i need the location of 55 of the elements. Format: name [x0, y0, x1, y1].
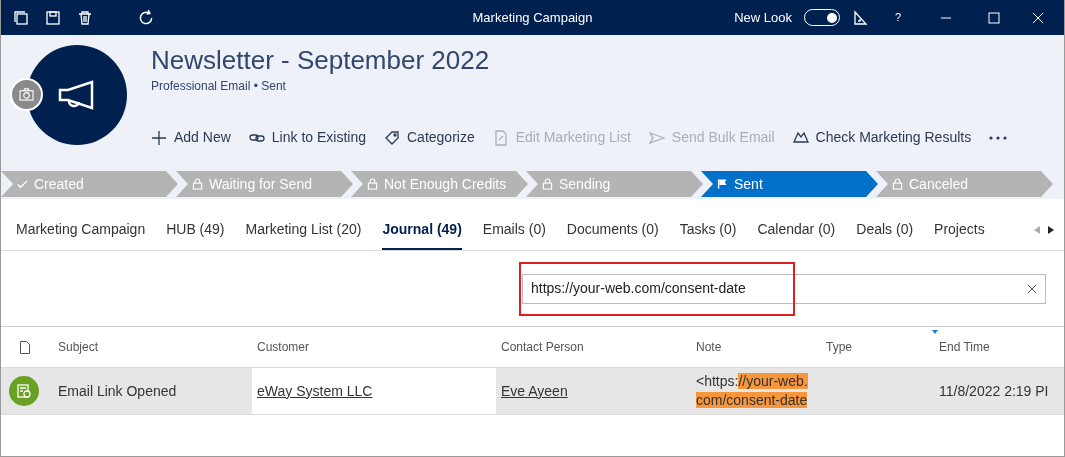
tab[interactable]: Documents (0)	[566, 210, 659, 250]
save-icon[interactable]	[45, 9, 61, 26]
clear-icon[interactable]	[1027, 283, 1037, 294]
table-cell: 11/8/2022 2:19 PI	[939, 382, 1049, 399]
window-title: Marketing Campaign	[471, 8, 594, 27]
tab[interactable]: Marketing List (20)	[245, 210, 362, 250]
chart-icon	[792, 132, 809, 143]
tab[interactable]: HUB (49)	[166, 210, 225, 250]
more-icon[interactable]	[989, 135, 1008, 140]
ruler-icon[interactable]	[852, 9, 868, 26]
tab[interactable]: Calendar (0)	[757, 210, 836, 250]
toolbar-button[interactable]: Check Marketing Results	[792, 127, 972, 148]
column-header[interactable]: Type	[826, 338, 852, 356]
lock-icon	[367, 178, 378, 190]
new-look-label: New Look	[734, 8, 792, 27]
column-header[interactable]: Customer	[257, 338, 309, 356]
column-header[interactable]: Note	[696, 338, 722, 356]
lock-icon	[542, 178, 553, 190]
tab[interactable]: Deals (0)	[856, 210, 914, 250]
scroll-right-icon[interactable]	[1048, 226, 1054, 234]
sort-icon	[932, 330, 938, 334]
toolbar-button[interactable]: Link to Existing	[248, 127, 366, 148]
column-header[interactable]: End Time	[939, 338, 990, 356]
refresh-icon[interactable]	[137, 8, 155, 27]
toolbar-button[interactable]: Categorize	[384, 127, 475, 148]
tab[interactable]: Projects	[934, 210, 985, 250]
document-icon	[20, 340, 30, 354]
tab[interactable]: Emails (0)	[482, 210, 546, 250]
document-icon	[492, 129, 509, 146]
search-field[interactable]: https://your-web.com/consent-date	[522, 273, 1046, 304]
check-icon	[17, 178, 28, 190]
record-title: Newsletter - September 2022	[151, 44, 491, 76]
table-cell: Email Link Opened	[58, 382, 177, 399]
stage-step[interactable]: Sent	[701, 171, 878, 197]
tab[interactable]: Journal (49)	[382, 210, 462, 250]
plus-icon	[151, 129, 167, 146]
help-button[interactable]: ?	[880, 9, 916, 26]
tab[interactable]: Tasks (0)	[679, 210, 737, 250]
tab[interactable]: Marketing Campaign	[16, 210, 146, 250]
column-header[interactable]: Subject	[58, 338, 99, 356]
contact-link[interactable]: Eve Ayeen	[501, 382, 568, 399]
save-all-icon[interactable]	[13, 9, 29, 26]
maximize-icon[interactable]	[988, 11, 1000, 24]
lock-icon	[192, 178, 203, 190]
lock-icon	[892, 178, 903, 190]
tag-icon	[384, 129, 400, 146]
camera-icon	[19, 88, 34, 101]
journal-icon	[9, 376, 39, 406]
send-icon	[648, 129, 665, 146]
trash-icon[interactable]	[77, 9, 93, 26]
toolbar-button[interactable]: Add New	[151, 127, 231, 148]
record-subtitle: Professional Email • Sent	[151, 78, 287, 95]
close-icon[interactable]	[1032, 11, 1044, 24]
flag-icon	[717, 178, 728, 190]
column-header[interactable]: Contact Person	[501, 338, 584, 356]
